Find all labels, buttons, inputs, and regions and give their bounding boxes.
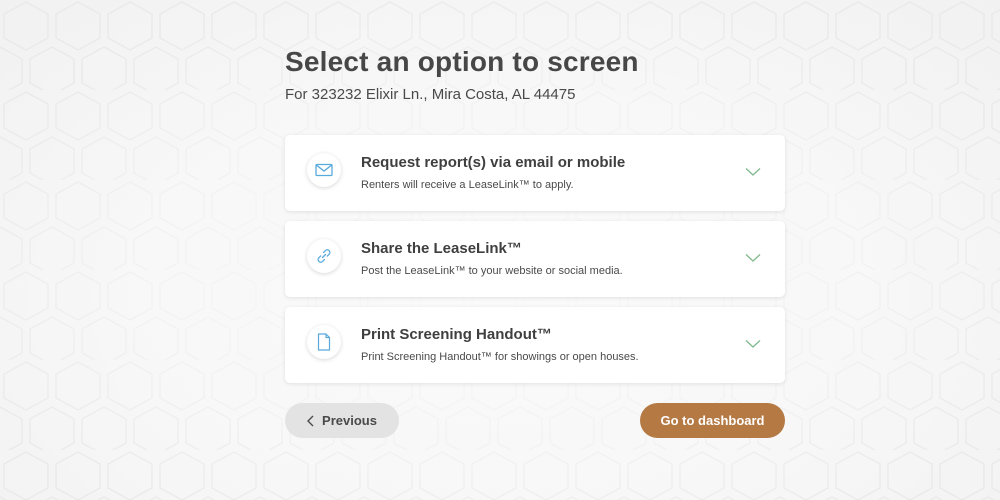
option-title: Request report(s) via email or mobile: [361, 154, 626, 171]
previous-button-label: Previous: [322, 413, 377, 428]
chevron-down-icon[interactable]: [745, 339, 761, 349]
footer-actions: Previous Go to dashboard: [285, 403, 785, 439]
envelope-icon: [315, 163, 333, 177]
option-title: Share the LeaseLink™: [361, 240, 522, 257]
option-icon-circle: [307, 153, 341, 187]
previous-button[interactable]: Previous: [285, 403, 399, 438]
chevron-down-icon[interactable]: [745, 253, 761, 263]
link-icon: [317, 249, 331, 263]
options-list: Request report(s) via email or mobile Re…: [285, 135, 785, 383]
option-print-handout[interactable]: Print Screening Handout™ Print Screening…: [285, 307, 785, 383]
option-icon-circle: [307, 239, 341, 273]
option-title: Print Screening Handout™: [361, 326, 552, 343]
screen-options-panel: Select an option to screen For 323232 El…: [285, 44, 785, 439]
option-description: Renters will receive a LeaseLink™ to app…: [361, 179, 574, 191]
option-description: Print Screening Handout™ for showings or…: [361, 351, 639, 363]
option-icon-circle: [307, 325, 341, 359]
page-title: Select an option to screen: [285, 46, 639, 77]
option-share-leaselink[interactable]: Share the LeaseLink™ Post the LeaseLink™…: [285, 221, 785, 297]
chevron-down-icon[interactable]: [745, 167, 761, 177]
property-address: For 323232 Elixir Ln., Mira Costa, AL 44…: [285, 86, 576, 103]
option-request-report[interactable]: Request report(s) via email or mobile Re…: [285, 135, 785, 211]
option-description: Post the LeaseLink™ to your website or s…: [361, 265, 623, 277]
page: Select an option to screen For 323232 El…: [0, 0, 1000, 500]
go-to-dashboard-button[interactable]: Go to dashboard: [640, 403, 785, 438]
document-icon: [317, 333, 331, 351]
chevron-left-icon: [307, 415, 314, 426]
